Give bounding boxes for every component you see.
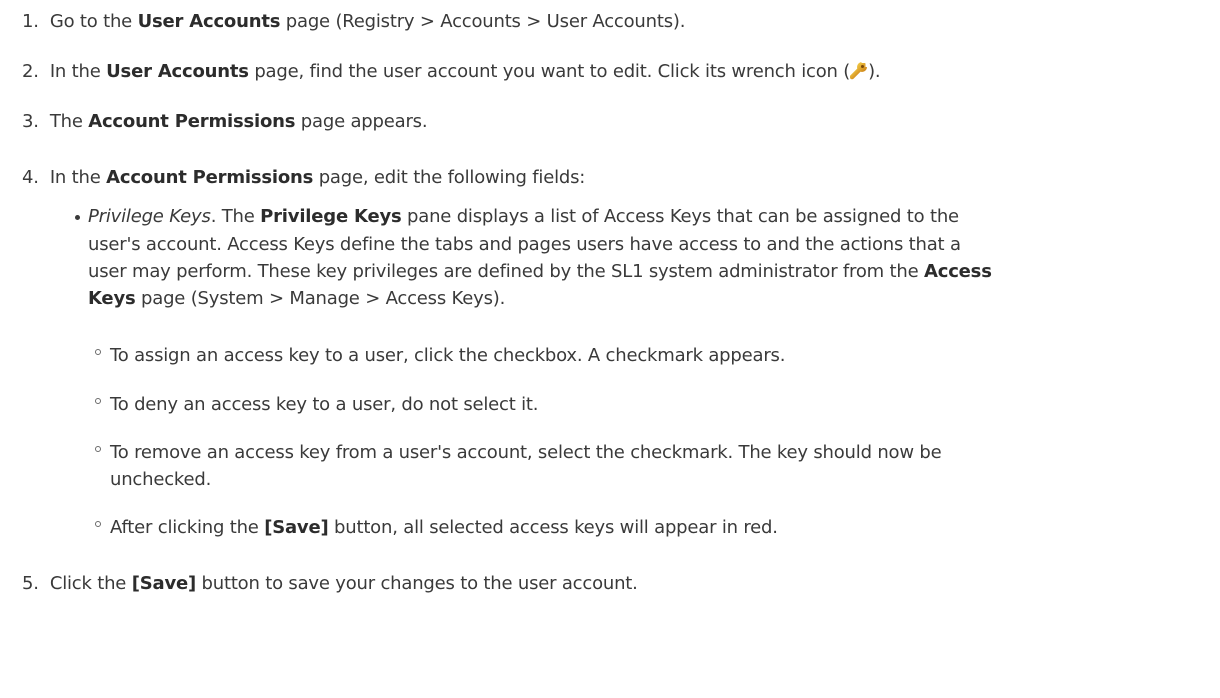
user-accounts-term: User Accounts	[106, 61, 249, 82]
privilege-keys-line-4: Keys page (System > Manage > Access Keys…	[88, 287, 505, 311]
sub-bullet-text: After clicking the	[110, 517, 265, 538]
privilege-keys-pane-term: Privilege Keys	[260, 206, 402, 227]
user-accounts-term: User Accounts	[137, 11, 281, 32]
step-text: page, find the user account you want to …	[248, 61, 851, 82]
step-text: page appears.	[295, 111, 428, 132]
step-text: In the	[49, 167, 107, 188]
privilege-text: user may perform. These key privileges a…	[88, 261, 924, 282]
sub-bullet-text: button, all selected access keys will ap…	[328, 517, 778, 538]
privilege-text: . The	[210, 206, 261, 227]
sub-bullet-icon	[95, 398, 101, 404]
step-number: 3.	[22, 111, 39, 132]
step-5: 5. Click the [Save] button to save your …	[22, 572, 638, 596]
step-text: page, edit the following fields:	[313, 167, 586, 188]
sub-bullet-icon	[95, 446, 101, 452]
step-number: 4.	[22, 167, 39, 188]
sub-bullet-icon	[95, 349, 101, 355]
access-keys-term: Access	[924, 261, 992, 282]
step-3: 3. The Account Permissions page appears.	[22, 110, 428, 134]
privilege-keys-line-2: user's account. Access Keys define the t…	[88, 233, 961, 257]
privilege-text: page (System > Manage > Access Keys).	[135, 288, 506, 309]
step-text: page (Registry > Accounts > User Account…	[280, 11, 686, 32]
step-text: In the	[49, 61, 107, 82]
privilege-keys-line-1: Privilege Keys. The Privilege Keys pane …	[88, 205, 959, 229]
sub-bullet-icon	[95, 521, 101, 527]
step-text: Go to the	[49, 11, 138, 32]
sub-bullet-text: To remove an access key from a user's ac…	[110, 442, 942, 463]
step-2: 2. In the User Accounts page, find the u…	[22, 60, 881, 84]
step-text: button to save your changes to the user …	[196, 573, 638, 594]
step-number: 2.	[22, 61, 39, 82]
wrench-icon	[850, 60, 869, 80]
step-text: ).	[868, 61, 881, 82]
access-keys-term: Keys	[88, 288, 136, 309]
sub-bullet-deny: To deny an access key to a user, do not …	[110, 393, 539, 417]
step-1: 1. Go to the User Accounts page (Registr…	[22, 10, 685, 34]
account-permissions-term: Account Permissions	[88, 111, 296, 132]
save-term: [Save]	[131, 573, 197, 594]
document-page: { "steps": [ { "num": "1.", "a": "Go to …	[0, 0, 1220, 698]
step-number: 5.	[22, 573, 39, 594]
account-permissions-term: Account Permissions	[106, 167, 314, 188]
privilege-keys-line-3: user may perform. These key privileges a…	[88, 260, 992, 284]
step-text: The	[49, 111, 89, 132]
privilege-text: pane displays a list of Access Keys that…	[401, 206, 959, 227]
sub-bullet-text: To assign an access key to a user, click…	[110, 345, 786, 366]
privilege-text: user's account. Access Keys define the t…	[88, 234, 961, 255]
step-4: 4. In the Account Permissions page, edit…	[22, 166, 585, 190]
save-term: [Save]	[264, 517, 329, 538]
sub-bullet-text: unchecked.	[110, 469, 212, 490]
sub-bullet-text: To deny an access key to a user, do not …	[110, 394, 539, 415]
step-number: 1.	[22, 11, 39, 32]
sub-bullet-save: After clicking the [Save] button, all se…	[110, 516, 778, 540]
sub-bullet-assign: To assign an access key to a user, click…	[110, 344, 785, 368]
step-text: Click the	[49, 573, 132, 594]
sub-bullet-remove-line-1: To remove an access key from a user's ac…	[110, 441, 942, 465]
privilege-keys-term: Privilege Keys	[88, 206, 211, 227]
sub-bullet-remove-line-2: unchecked.	[110, 468, 211, 492]
bullet-icon	[75, 215, 80, 220]
